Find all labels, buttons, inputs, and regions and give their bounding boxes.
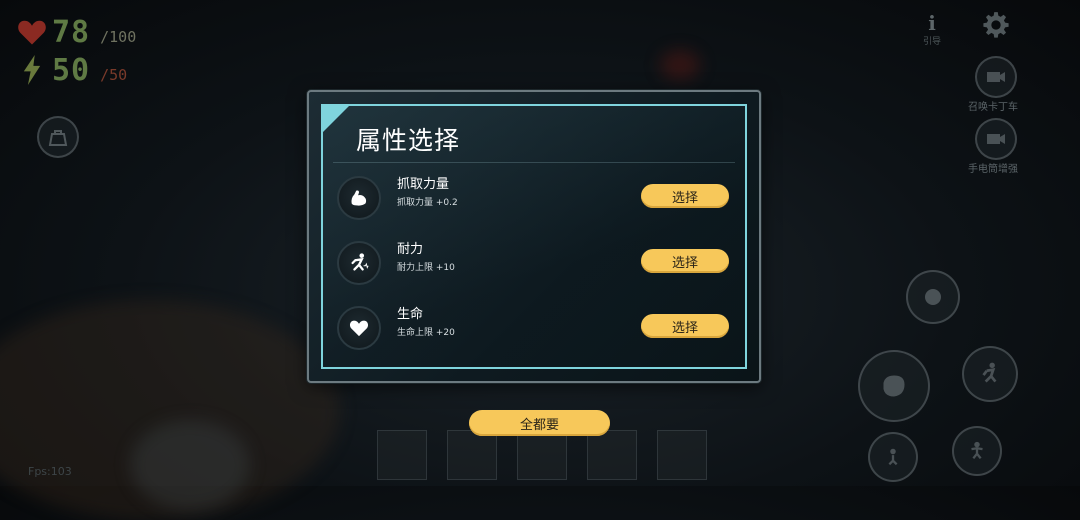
dialog-title: 属性选择 <box>356 126 461 155</box>
option-stamina: 耐力 耐力上限 +10 选择 <box>323 236 745 292</box>
lightning-icon <box>16 54 48 86</box>
jump-button[interactable] <box>952 426 1002 476</box>
attribute-dialog: 属性选择 抓取力量 抓取力量 +0.2 选择 耐力 耐力上限 +10 选择 生命 <box>307 90 761 383</box>
grab-button[interactable] <box>858 350 930 422</box>
inventory-slot[interactable] <box>657 430 707 480</box>
attribute-dialog-frame: 属性选择 抓取力量 抓取力量 +0.2 选择 耐力 耐力上限 +10 选择 生命 <box>321 104 747 369</box>
sprint-button[interactable] <box>962 346 1018 402</box>
health-value: 78 <box>52 15 91 50</box>
stamina-value: 50 <box>52 53 91 88</box>
option-desc: 生命上限 +20 <box>397 328 455 338</box>
guide-button[interactable]: i 引导 <box>918 12 946 52</box>
inventory-slot[interactable] <box>517 430 567 480</box>
running-person-icon <box>337 241 381 285</box>
take-all-button[interactable]: 全都要 <box>469 410 610 436</box>
crouch-icon <box>888 448 898 466</box>
scene-shadow <box>660 50 700 80</box>
flashlight-boost-button[interactable] <box>975 118 1017 160</box>
health-max: /100 <box>100 28 137 46</box>
option-desc: 耐力上限 +10 <box>397 263 455 273</box>
health-row: 78 /100 <box>16 16 136 48</box>
select-button[interactable]: 选择 <box>641 249 729 273</box>
fps-counter: Fps:103 <box>28 465 72 478</box>
bag-icon <box>48 130 68 146</box>
title-divider <box>333 162 735 163</box>
crouch-button[interactable] <box>868 432 918 482</box>
summon-kart-label: 召唤卡丁车 <box>968 102 1018 113</box>
option-name: 抓取力量 <box>397 177 450 192</box>
option-name: 耐力 <box>397 242 424 257</box>
heart-icon <box>337 306 381 350</box>
settings-button[interactable] <box>982 11 1010 39</box>
summon-kart-button[interactable] <box>975 56 1017 98</box>
guide-label: 引导 <box>922 37 941 47</box>
jump-icon <box>971 441 983 460</box>
scene-shadow <box>130 420 250 510</box>
hand-icon <box>925 289 941 305</box>
select-button[interactable]: 选择 <box>641 314 729 338</box>
corner-decoration <box>323 106 349 132</box>
running-person-icon <box>982 362 997 383</box>
inventory-slot[interactable] <box>447 430 497 480</box>
interact-button[interactable] <box>906 270 960 324</box>
stamina-max: /50 <box>100 66 128 84</box>
camera-icon <box>987 72 1005 82</box>
flexed-arm-icon <box>337 176 381 220</box>
select-button[interactable]: 选择 <box>641 184 729 208</box>
fist-icon <box>883 375 905 397</box>
heart-icon <box>16 16 48 48</box>
backpack-button[interactable] <box>37 116 79 158</box>
gear-icon <box>983 12 1009 38</box>
option-desc: 抓取力量 +0.2 <box>397 198 458 208</box>
option-grab-strength: 抓取力量 抓取力量 +0.2 选择 <box>323 171 745 227</box>
inventory-slot[interactable] <box>587 430 637 480</box>
flashlight-boost-label: 手电筒增强 <box>968 164 1018 175</box>
camera-icon <box>987 134 1005 144</box>
stamina-row: 50 /50 <box>16 54 127 86</box>
option-health: 生命 生命上限 +20 选择 <box>323 301 745 357</box>
inventory-slot[interactable] <box>377 430 427 480</box>
info-icon: i <box>928 11 936 35</box>
option-name: 生命 <box>397 307 424 322</box>
